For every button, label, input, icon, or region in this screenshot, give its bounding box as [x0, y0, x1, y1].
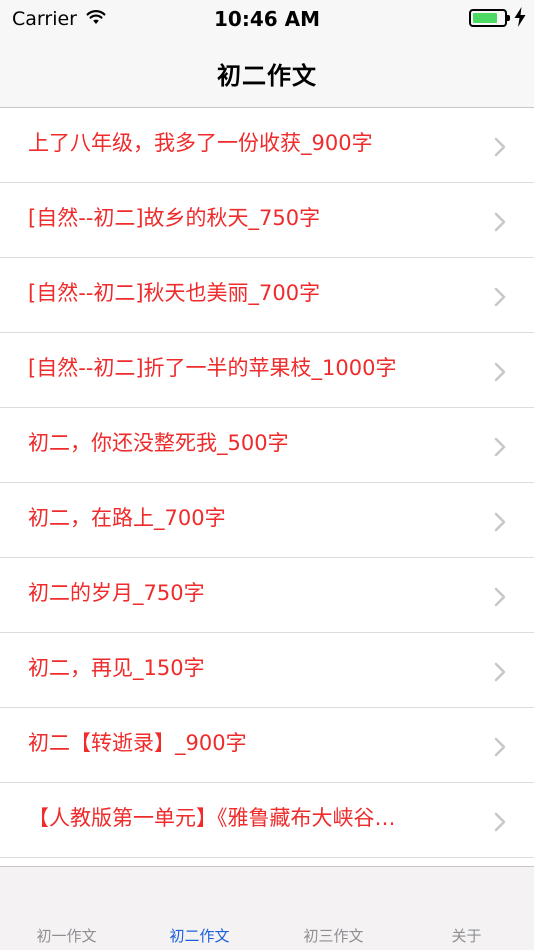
list-item[interactable]: 【人教版第一单元】《雅鲁藏布大峡谷…	[0, 783, 534, 858]
battery-level	[473, 13, 497, 23]
page-title: 初二作文	[217, 62, 317, 90]
article-list: 上了八年级，我多了一份收获_900字 [自然--初二]故乡的秋天_750字 [自然-…	[0, 108, 534, 858]
battery-icon	[469, 9, 510, 27]
list-item[interactable]: 上了八年级，我多了一份收获_900字	[0, 108, 534, 183]
list-item[interactable]: 初二的岁月_750字	[0, 558, 534, 633]
article-title: 上了八年级，我多了一份收获_900字	[28, 131, 373, 155]
list-item[interactable]: [自然--初二]故乡的秋天_750字	[0, 183, 534, 258]
chevron-right-icon	[494, 362, 506, 382]
list-item[interactable]: 初二，你还没整死我_500字	[0, 408, 534, 483]
status-bar: Carrier 10:46 AM	[0, 0, 534, 40]
chevron-right-icon	[494, 212, 506, 232]
list-item[interactable]: [自然--初二]秋天也美丽_700字	[0, 258, 534, 333]
article-title: 初二的岁月_750字	[28, 581, 205, 605]
article-title: [自然--初二]秋天也美丽_700字	[28, 281, 321, 305]
article-title: 初二，在路上_700字	[28, 506, 226, 530]
list-item[interactable]: 初二，再见_150字	[0, 633, 534, 708]
tab-item[interactable]: 关于	[400, 925, 533, 946]
list-item[interactable]: [自然--初二]折了一半的苹果枝_1000字	[0, 333, 534, 408]
article-title: 初二，你还没整死我_500字	[28, 431, 289, 455]
list-item[interactable]: 初二，在路上_700字	[0, 483, 534, 558]
chevron-right-icon	[494, 512, 506, 532]
article-title: 初二，再见_150字	[28, 656, 205, 680]
article-title: 【人教版第一单元】《雅鲁藏布大峡谷…	[28, 806, 396, 830]
list-item[interactable]: 初二【转逝录】_900字	[0, 708, 534, 783]
chevron-right-icon	[494, 812, 506, 832]
chevron-right-icon	[494, 287, 506, 307]
chevron-right-icon	[494, 587, 506, 607]
chevron-right-icon	[494, 737, 506, 757]
chevron-right-icon	[494, 662, 506, 682]
article-title: [自然--初二]故乡的秋天_750字	[28, 206, 321, 230]
article-title: 初二【转逝录】_900字	[28, 731, 247, 755]
article-title: [自然--初二]折了一半的苹果枝_1000字	[28, 356, 397, 380]
tab-item[interactable]: 初三作文	[267, 925, 400, 946]
tab-bar: 初一作文 初二作文 初三作文 关于	[0, 866, 534, 950]
tab-item[interactable]: 初二作文	[133, 925, 266, 946]
tab-item[interactable]: 初一作文	[0, 925, 133, 946]
lightning-icon	[514, 7, 526, 27]
chevron-right-icon	[494, 437, 506, 457]
clock: 10:46 AM	[213, 7, 320, 31]
chevron-right-icon	[494, 137, 506, 157]
navigation-bar: 初二作文	[0, 40, 534, 108]
